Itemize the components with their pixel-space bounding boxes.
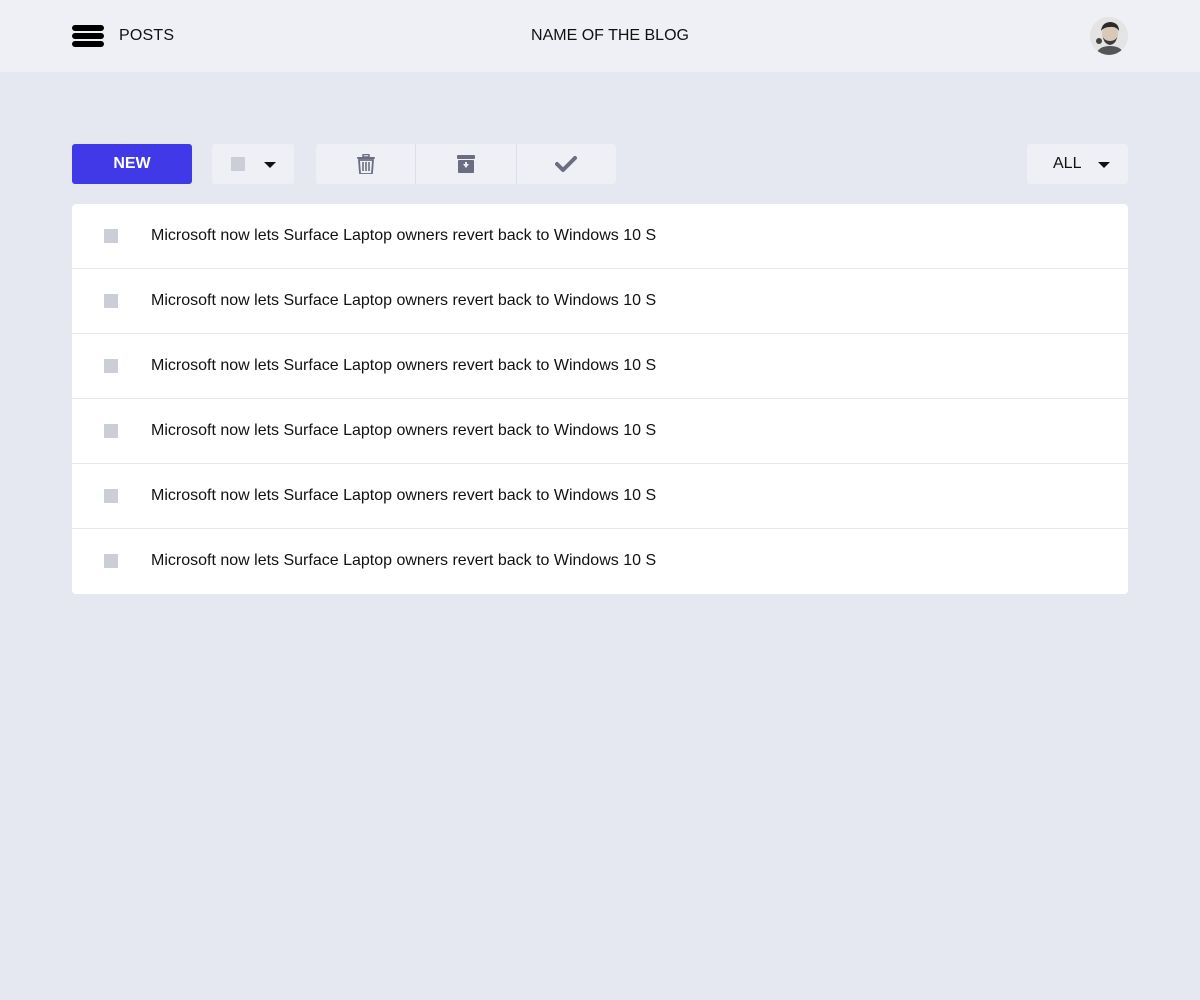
list-item[interactable]: Microsoft now lets Surface Laptop owners… xyxy=(72,399,1128,464)
select-dropdown[interactable] xyxy=(212,144,294,184)
archive-button[interactable] xyxy=(415,144,515,184)
blog-name: NAME OF THE BLOG xyxy=(531,27,689,44)
caret-down-icon xyxy=(264,162,276,168)
user-avatar[interactable] xyxy=(1090,17,1128,55)
row-checkbox[interactable] xyxy=(104,359,118,373)
post-title[interactable]: Microsoft now lets Surface Laptop owners… xyxy=(151,227,656,245)
top-bar: POSTS NAME OF THE BLOG xyxy=(0,0,1200,72)
list-item[interactable]: Microsoft now lets Surface Laptop owners… xyxy=(72,334,1128,399)
caret-down-icon xyxy=(1098,162,1110,168)
list-item[interactable]: Microsoft now lets Surface Laptop owners… xyxy=(72,269,1128,334)
new-post-button[interactable]: NEW xyxy=(72,144,192,184)
post-title[interactable]: Microsoft now lets Surface Laptop owners… xyxy=(151,357,656,375)
post-title[interactable]: Microsoft now lets Surface Laptop owners… xyxy=(151,292,656,310)
row-checkbox[interactable] xyxy=(104,424,118,438)
row-checkbox[interactable] xyxy=(104,294,118,308)
row-checkbox[interactable] xyxy=(104,554,118,568)
filter-value: ALL xyxy=(1053,155,1082,172)
list-item[interactable]: Microsoft now lets Surface Laptop owners… xyxy=(72,529,1128,594)
post-title[interactable]: Microsoft now lets Surface Laptop owners… xyxy=(151,552,656,570)
list-item[interactable]: Microsoft now lets Surface Laptop owners… xyxy=(72,204,1128,269)
post-list: Microsoft now lets Surface Laptop owners… xyxy=(72,204,1128,594)
checkbox-icon xyxy=(231,157,245,171)
list-item[interactable]: Microsoft now lets Surface Laptop owners… xyxy=(72,464,1128,529)
avatar-image xyxy=(1090,17,1128,55)
bulk-action-group xyxy=(316,144,616,184)
archive-icon xyxy=(456,155,475,173)
post-title[interactable]: Microsoft now lets Surface Laptop owners… xyxy=(151,487,656,505)
delete-button[interactable] xyxy=(316,144,415,184)
trash-icon xyxy=(356,154,375,174)
check-icon xyxy=(555,156,578,172)
row-checkbox[interactable] xyxy=(104,489,118,503)
post-title[interactable]: Microsoft now lets Surface Laptop owners… xyxy=(151,422,656,440)
filter-dropdown[interactable]: ALL xyxy=(1027,144,1128,184)
mark-done-button[interactable] xyxy=(515,144,616,184)
row-checkbox[interactable] xyxy=(104,229,118,243)
